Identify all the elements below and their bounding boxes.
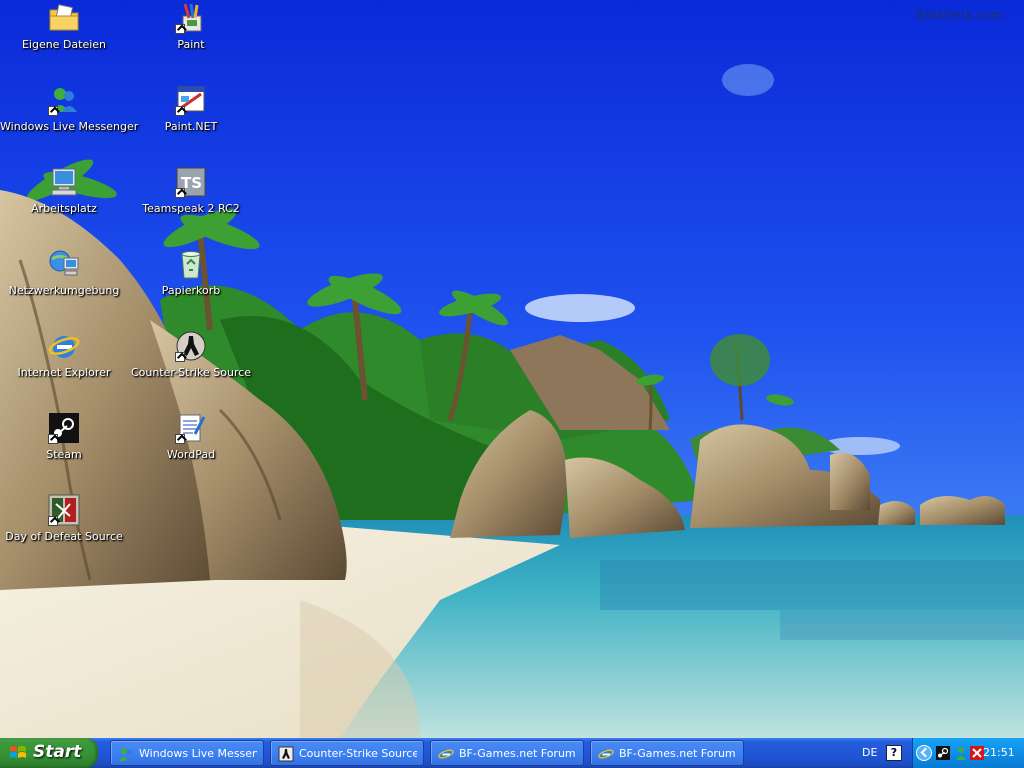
wordpad-icon (175, 412, 207, 444)
desktop-icon-teamspeak[interactable]: TS Teamspeak 2 RC2 (127, 166, 255, 240)
icon-label: Arbeitsplatz (31, 202, 97, 215)
shortcut-arrow-icon (175, 106, 185, 116)
steam-icon (48, 412, 80, 444)
shortcut-arrow-icon (48, 434, 58, 444)
desktop-icon-wordpad[interactable]: WordPad (127, 412, 255, 486)
icon-label: Day of Defeat Source (5, 530, 123, 543)
system-tray: 21:51 (912, 738, 1024, 768)
taskbar-button-label: BF-Games.net Forum ... (619, 747, 737, 760)
taskbar: Start Windows Live Messen... Counter-Str… (0, 738, 1024, 768)
shortcut-arrow-icon (175, 434, 185, 444)
taskbar-button-label: Counter-Strike Source (299, 747, 417, 760)
icon-label: Internet Explorer (17, 366, 111, 379)
desktop-icon-eigene-dateien[interactable]: Eigene Dateien (0, 2, 128, 76)
desktop-icon-arbeitsplatz[interactable]: Arbeitsplatz (0, 166, 128, 240)
desktop-icon-internet-explorer[interactable]: Internet Explorer (0, 330, 128, 404)
my-documents-folder-icon (48, 2, 80, 34)
taskbar-button-counter-strike[interactable]: Counter-Strike Source (270, 740, 424, 766)
shortcut-arrow-icon (175, 24, 185, 34)
paint-icon (175, 2, 207, 34)
desktop-icon-paint-net[interactable]: Paint.NET (127, 84, 255, 158)
paint-net-icon (175, 84, 207, 116)
windows-logo-icon (10, 746, 26, 758)
internet-explorer-icon (48, 330, 80, 362)
desktop-icon-netzwerk[interactable]: Netzwerkumgebung (0, 248, 128, 322)
taskbar-button-label: BF-Games.net Forum ... (459, 747, 577, 760)
day-of-defeat-icon (48, 494, 80, 526)
desktop-icon-paint[interactable]: Paint (127, 2, 255, 76)
icon-label: Counter-Strike Source (130, 366, 252, 379)
icon-label: Teamspeak 2 RC2 (142, 202, 240, 215)
icon-label: Eigene Dateien (21, 38, 107, 51)
icon-label: Papierkorb (161, 284, 221, 297)
messenger-icon (48, 84, 80, 116)
desktop-icon-papierkorb[interactable]: Papierkorb (127, 248, 255, 322)
taskbar-button-bf-games-1[interactable]: BF-Games.net Forum ... (430, 740, 584, 766)
shortcut-arrow-icon (175, 188, 185, 198)
wallpaper-watermark: Batkhela.com (915, 8, 1004, 22)
desktop-icon-day-of-defeat[interactable]: Day of Defeat Source (0, 494, 128, 568)
shortcut-arrow-icon (48, 106, 58, 116)
recycle-bin-icon (175, 248, 207, 280)
desktop-icon-steam[interactable]: Steam (0, 412, 128, 486)
desktop-icon-messenger[interactable]: Windows Live Messenger (0, 84, 139, 158)
icon-label: Paint.NET (164, 120, 218, 133)
show-hidden-icons-chevron-icon[interactable] (916, 745, 932, 761)
icon-label: WordPad (166, 448, 216, 461)
taskbar-button-bf-games-2[interactable]: BF-Games.net Forum ... (590, 740, 744, 766)
network-places-icon (48, 248, 80, 280)
language-indicator[interactable]: DE (862, 746, 877, 759)
internet-explorer-icon (438, 746, 454, 762)
my-computer-icon (48, 166, 80, 198)
desktop[interactable]: Batkhela.com Eigene Dateien Windows Live… (0, 0, 1024, 738)
desktop-icon-counter-strike[interactable]: Counter-Strike Source (127, 330, 255, 404)
help-icon[interactable]: ? (886, 745, 902, 761)
taskbar-button-label: Windows Live Messen... (139, 747, 257, 760)
start-label: Start (33, 742, 82, 762)
icon-label: Paint (177, 38, 205, 51)
counter-strike-icon (278, 746, 294, 762)
taskbar-button-messenger[interactable]: Windows Live Messen... (110, 740, 264, 766)
messenger-tray-icon[interactable] (953, 745, 969, 761)
internet-explorer-icon (598, 746, 614, 762)
icon-label: Netzwerkumgebung (8, 284, 120, 297)
steam-tray-icon[interactable] (935, 745, 951, 761)
shortcut-arrow-icon (175, 352, 185, 362)
counter-strike-icon (175, 330, 207, 362)
icon-label: Steam (46, 448, 82, 461)
messenger-icon (118, 746, 134, 762)
icon-label: Windows Live Messenger (0, 120, 139, 133)
shortcut-arrow-icon (48, 516, 58, 526)
start-button[interactable]: Start (0, 738, 98, 768)
teamspeak-icon: TS (175, 166, 207, 198)
clock[interactable]: 21:51 (983, 746, 1015, 759)
